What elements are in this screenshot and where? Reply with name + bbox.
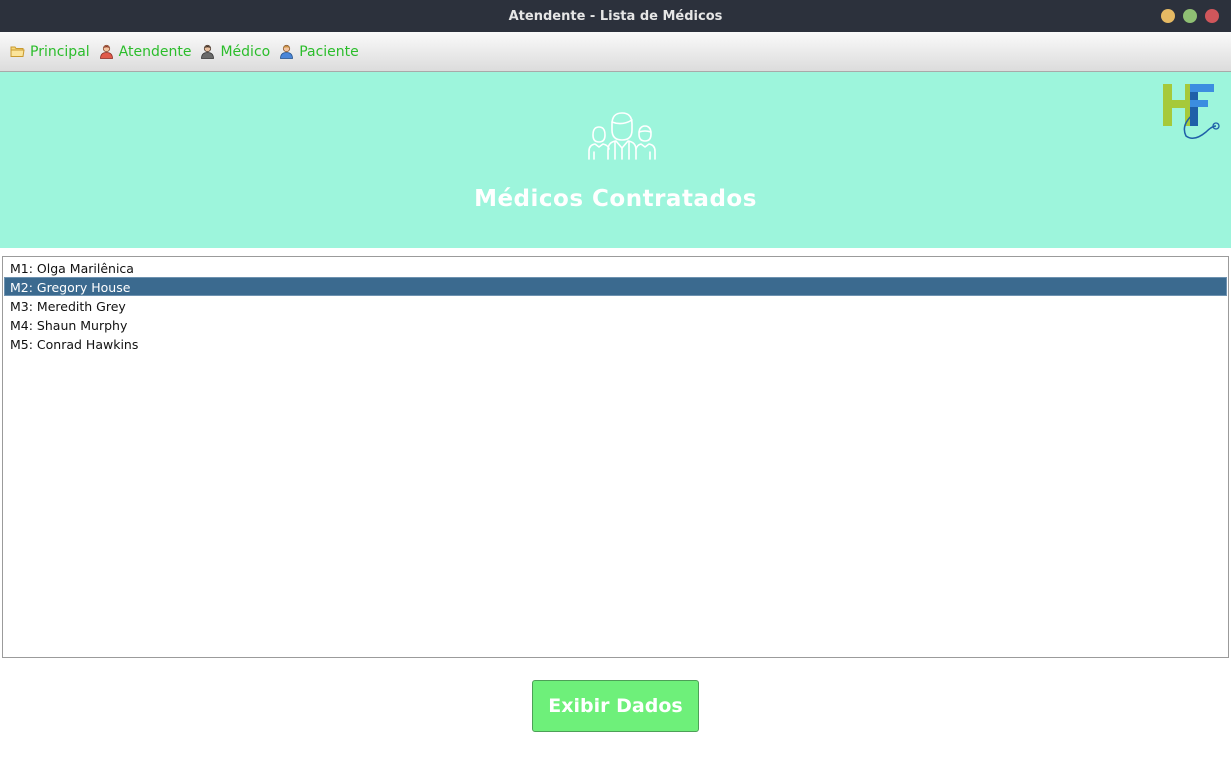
menu-label-principal: Principal — [30, 43, 90, 60]
doctors-list[interactable]: M1: Olga Marilênica M2: Gregory House M3… — [2, 256, 1229, 658]
header-banner: Médicos Contratados — [0, 72, 1231, 248]
close-button[interactable] — [1205, 9, 1219, 23]
list-item[interactable]: M3: Meredith Grey — [4, 296, 1227, 315]
list-item[interactable]: M4: Shaun Murphy — [4, 315, 1227, 334]
doctor-user-icon — [201, 44, 215, 59]
medical-team-icon — [588, 112, 656, 160]
menu-item-paciente[interactable]: Paciente — [279, 44, 359, 60]
hf-logo — [1163, 84, 1220, 139]
folder-icon — [10, 46, 25, 57]
window-controls — [1161, 9, 1219, 23]
menu-bar: Principal Atendente Médico Paciente — [0, 32, 1231, 72]
show-data-button[interactable]: Exibir Dados — [532, 680, 699, 732]
list-item[interactable]: M2: Gregory House — [4, 277, 1227, 296]
patient-user-icon — [280, 44, 294, 59]
list-item[interactable]: M1: Olga Marilênica — [4, 258, 1227, 277]
window-titlebar: Atendente - Lista de Médicos — [0, 0, 1231, 32]
list-item[interactable]: M5: Conrad Hawkins — [4, 334, 1227, 353]
maximize-button[interactable] — [1183, 9, 1197, 23]
menu-item-atendente[interactable]: Atendente — [99, 43, 192, 60]
menu-label-atendente: Atendente — [118, 43, 192, 60]
menu-item-medico[interactable]: Médico — [200, 44, 270, 60]
window-title: Atendente - Lista de Médicos — [508, 8, 723, 24]
minimize-button[interactable] — [1161, 9, 1175, 23]
attendant-user-icon — [99, 44, 113, 59]
menu-label-medico: Médico — [220, 43, 271, 60]
page-title: Médicos Contratados — [474, 186, 757, 212]
menu-item-principal[interactable]: Principal — [10, 44, 90, 60]
menu-label-paciente: Paciente — [299, 43, 359, 60]
